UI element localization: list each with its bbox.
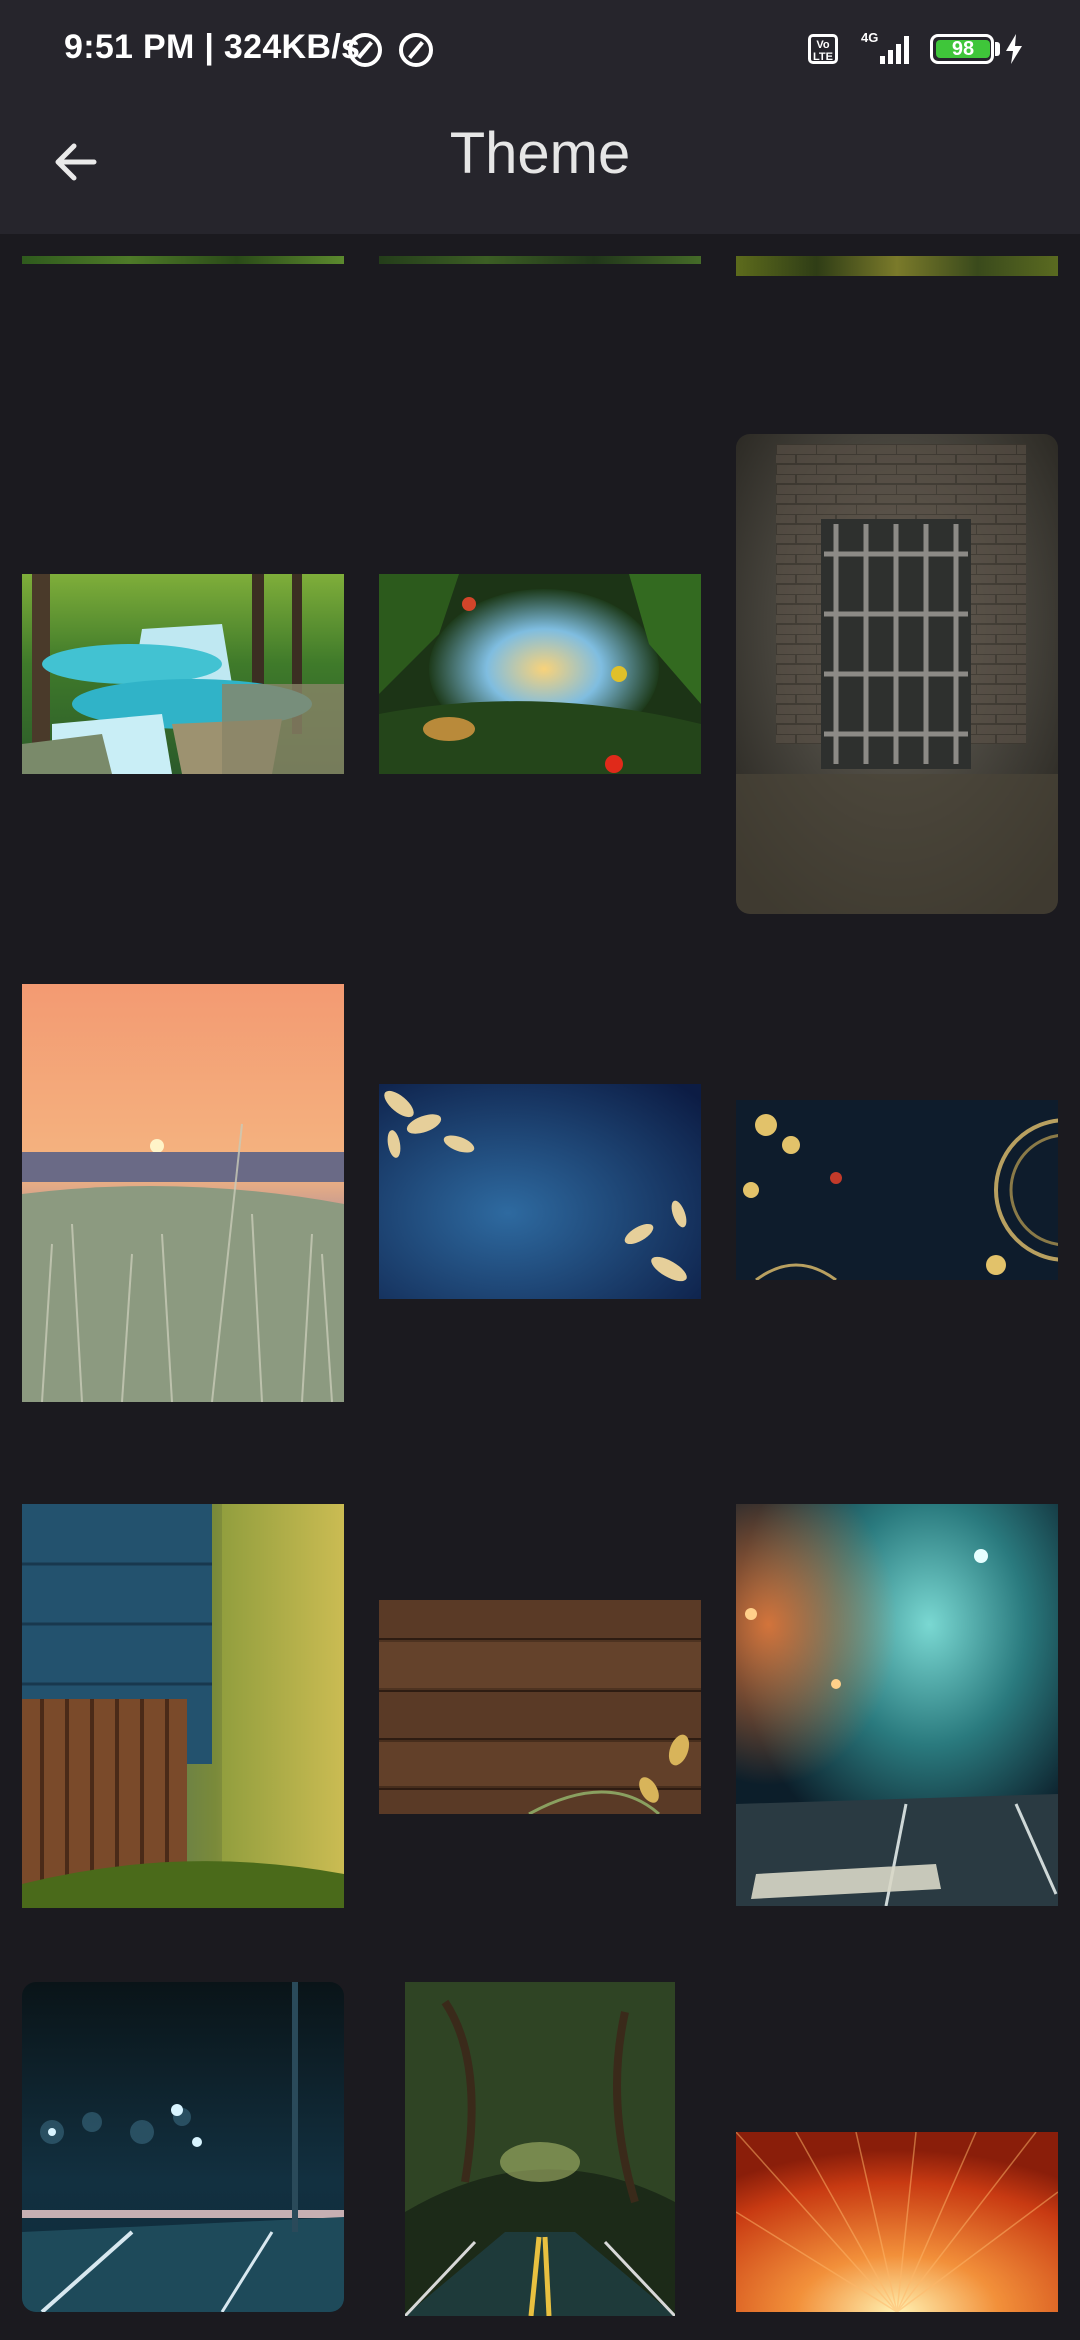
status-bar: 9:51 PM | 324KB/s Vo LTE 4G 98 bbox=[0, 0, 1080, 100]
status-time: 9:51 PM | 324KB/s bbox=[64, 28, 361, 66]
theme-tile-wood-planks[interactable] bbox=[379, 1600, 701, 1814]
signal-icon bbox=[880, 36, 914, 64]
theme-tile-orange-sunburst[interactable] bbox=[736, 2132, 1058, 2312]
theme-tile-jungle-portal[interactable] bbox=[379, 574, 701, 774]
page-title: Theme bbox=[449, 121, 631, 186]
theme-grid bbox=[0, 234, 1080, 2340]
network-type: 4G bbox=[861, 30, 879, 45]
theme-tile-blue-wooden-house[interactable] bbox=[22, 1504, 344, 1908]
theme-tile-brick-window[interactable] bbox=[736, 434, 1058, 914]
theme-tile-night-city-road[interactable] bbox=[22, 1982, 344, 2312]
theme-tile-blue-gold-leaves[interactable] bbox=[379, 1084, 701, 1299]
theme-tile-sunset-field[interactable] bbox=[22, 984, 344, 1402]
data-saver-icon bbox=[348, 33, 382, 67]
charging-icon bbox=[1006, 34, 1022, 64]
sync-icon bbox=[399, 33, 433, 67]
theme-tile-forest-strip-1[interactable] bbox=[22, 256, 344, 264]
theme-tile-waterfall[interactable] bbox=[22, 574, 344, 774]
theme-tile-forest-strip-3[interactable] bbox=[736, 256, 1058, 276]
theme-tile-forest-road[interactable] bbox=[405, 1982, 675, 2316]
battery-level: 98 bbox=[936, 39, 990, 59]
battery-icon: 98 bbox=[930, 34, 994, 64]
volte-icon: Vo LTE bbox=[808, 34, 838, 64]
app-bar: Theme bbox=[0, 100, 1080, 234]
theme-tile-forest-strip-2[interactable] bbox=[379, 256, 701, 264]
theme-tile-foggy-street-stop[interactable] bbox=[736, 1504, 1058, 1906]
theme-tile-navy-gold-floral[interactable] bbox=[736, 1100, 1058, 1280]
battery-nub bbox=[995, 42, 1000, 56]
